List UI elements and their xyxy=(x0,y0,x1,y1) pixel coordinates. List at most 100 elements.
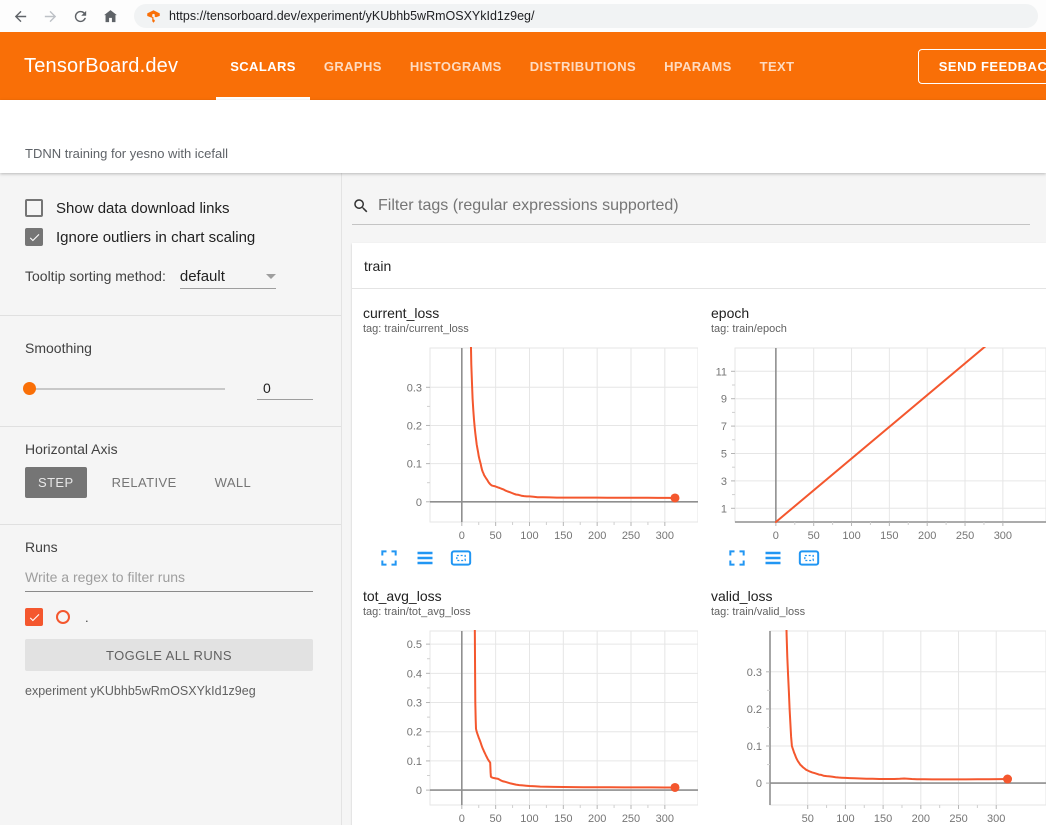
line-chart-current-loss[interactable]: 05010015020025030000.10.20.3 xyxy=(360,344,698,544)
line-chart-epoch[interactable]: 0501001502002503001357911 xyxy=(708,344,1046,544)
svg-text:0.5: 0.5 xyxy=(407,639,422,651)
svg-text:100: 100 xyxy=(842,530,860,542)
svg-text:300: 300 xyxy=(656,813,674,825)
svg-text:150: 150 xyxy=(874,813,892,825)
chart-card-current-loss: current_loss tag: train/current_loss 050… xyxy=(352,305,698,570)
nav-tabs: SCALARS GRAPHS HISTOGRAMS DISTRIBUTIONS … xyxy=(216,32,808,100)
smoothing-slider[interactable] xyxy=(25,388,225,390)
experiment-title: TDNN training for yesno with icefall xyxy=(25,146,228,161)
svg-text:200: 200 xyxy=(918,530,936,542)
relative-axis-button[interactable]: RELATIVE xyxy=(99,467,190,498)
tooltip-sorting-label: Tooltip sorting method: xyxy=(25,268,166,284)
ignore-outliers-checkbox-row[interactable]: Ignore outliers in chart scaling xyxy=(25,228,313,246)
svg-text:150: 150 xyxy=(880,530,898,542)
tooltip-sorting-select[interactable]: default xyxy=(180,268,276,289)
svg-text:0.2: 0.2 xyxy=(747,704,762,716)
address-bar[interactable]: https://tensorboard.dev/experiment/yKUbh… xyxy=(134,4,1038,28)
settings-sidebar: Show data download links Ignore outliers… xyxy=(0,173,342,825)
svg-text:200: 200 xyxy=(588,813,606,825)
tab-distributions[interactable]: DISTRIBUTIONS xyxy=(516,32,650,100)
svg-text:0.4: 0.4 xyxy=(407,668,422,680)
svg-text:0: 0 xyxy=(459,530,465,542)
fit-domain-icon[interactable] xyxy=(798,548,820,570)
runs-filter-input[interactable] xyxy=(25,569,313,592)
svg-text:0.2: 0.2 xyxy=(407,727,422,739)
charts-grid: current_loss tag: train/current_loss 050… xyxy=(352,289,1046,825)
svg-text:7: 7 xyxy=(721,421,727,433)
run-color-circle-icon[interactable] xyxy=(56,610,70,624)
show-download-links-checkbox-row[interactable]: Show data download links xyxy=(25,199,313,217)
horizontal-axis-label: Horizontal Axis xyxy=(25,441,313,457)
brand-logo[interactable]: TensorBoard.dev xyxy=(24,55,178,78)
fullscreen-icon[interactable] xyxy=(726,548,748,570)
tab-graphs[interactable]: GRAPHS xyxy=(310,32,396,100)
toggle-all-runs-button[interactable]: TOGGLE ALL RUNS xyxy=(25,639,313,671)
svg-text:300: 300 xyxy=(987,813,1005,825)
svg-text:3: 3 xyxy=(721,476,727,488)
run-name: . xyxy=(85,610,89,625)
chart-card-epoch: epoch tag: train/epoch 05010015020025030… xyxy=(700,305,1046,570)
wall-axis-button[interactable]: WALL xyxy=(202,467,265,498)
divider xyxy=(0,426,341,427)
back-icon[interactable] xyxy=(8,4,32,28)
svg-text:200: 200 xyxy=(912,813,930,825)
chart-card-valid-loss: valid_loss tag: train/valid_loss 5010015… xyxy=(700,588,1046,825)
forward-icon[interactable] xyxy=(38,4,62,28)
ignore-outliers-label: Ignore outliers in chart scaling xyxy=(56,229,255,246)
chart-title: tot_avg_loss xyxy=(363,588,698,604)
chevron-down-icon xyxy=(266,274,276,279)
divider xyxy=(0,524,341,525)
send-feedback-button[interactable]: SEND FEEDBACK xyxy=(918,49,1046,84)
fit-domain-icon[interactable] xyxy=(450,548,472,570)
svg-text:0: 0 xyxy=(416,497,422,509)
reload-icon[interactable] xyxy=(68,4,92,28)
svg-text:150: 150 xyxy=(554,813,572,825)
filter-tags-row xyxy=(352,197,1030,225)
runs-selector-icon[interactable] xyxy=(762,548,784,570)
runs-selector-icon[interactable] xyxy=(414,548,436,570)
svg-text:200: 200 xyxy=(588,530,606,542)
step-axis-button[interactable]: STEP xyxy=(25,467,87,498)
chart-card-tot-avg-loss: tot_avg_loss tag: train/tot_avg_loss 050… xyxy=(352,588,698,825)
chart-tag: tag: train/epoch xyxy=(711,323,1046,335)
tab-hparams[interactable]: HPARAMS xyxy=(650,32,746,100)
chart-title: epoch xyxy=(711,305,1046,321)
svg-text:250: 250 xyxy=(949,813,967,825)
checkbox-checked-icon[interactable] xyxy=(25,228,43,246)
line-chart-valid-loss[interactable]: 5010015020025030000.10.20.3 xyxy=(708,627,1046,825)
svg-text:300: 300 xyxy=(994,530,1012,542)
svg-text:0: 0 xyxy=(756,778,762,790)
svg-text:50: 50 xyxy=(490,813,502,825)
svg-text:1: 1 xyxy=(721,503,727,515)
checkbox-unchecked-icon[interactable] xyxy=(25,199,43,217)
run-checkbox-checked-icon[interactable] xyxy=(25,608,43,626)
svg-text:100: 100 xyxy=(836,813,854,825)
svg-text:150: 150 xyxy=(554,530,572,542)
tensorboard-favicon xyxy=(146,9,161,24)
chart-title: current_loss xyxy=(363,305,698,321)
tab-histograms[interactable]: HISTOGRAMS xyxy=(396,32,516,100)
runs-label: Runs xyxy=(25,539,313,555)
filter-tags-input[interactable] xyxy=(378,197,1030,215)
train-section-header[interactable]: train xyxy=(352,243,1046,289)
slider-thumb[interactable] xyxy=(23,382,36,395)
svg-text:0.3: 0.3 xyxy=(407,698,422,710)
svg-text:50: 50 xyxy=(490,530,502,542)
svg-text:100: 100 xyxy=(520,813,538,825)
line-chart-tot-avg-loss[interactable]: 05010015020025030000.10.20.30.40.5 xyxy=(360,627,698,825)
svg-text:9: 9 xyxy=(721,394,727,406)
smoothing-value-input[interactable] xyxy=(257,378,313,400)
tab-scalars[interactable]: SCALARS xyxy=(216,32,310,100)
svg-text:250: 250 xyxy=(622,813,640,825)
run-list-item[interactable]: . xyxy=(25,608,313,626)
tab-text[interactable]: TEXT xyxy=(746,32,809,100)
smoothing-label: Smoothing xyxy=(25,340,313,356)
home-icon[interactable] xyxy=(98,4,122,28)
svg-text:11: 11 xyxy=(716,366,727,378)
divider xyxy=(0,315,341,316)
fullscreen-icon[interactable] xyxy=(378,548,400,570)
svg-text:0: 0 xyxy=(416,785,422,797)
svg-text:0.3: 0.3 xyxy=(407,382,422,394)
url-text: https://tensorboard.dev/experiment/yKUbh… xyxy=(169,9,534,23)
app-header: TensorBoard.dev SCALARS GRAPHS HISTOGRAM… xyxy=(0,32,1046,100)
